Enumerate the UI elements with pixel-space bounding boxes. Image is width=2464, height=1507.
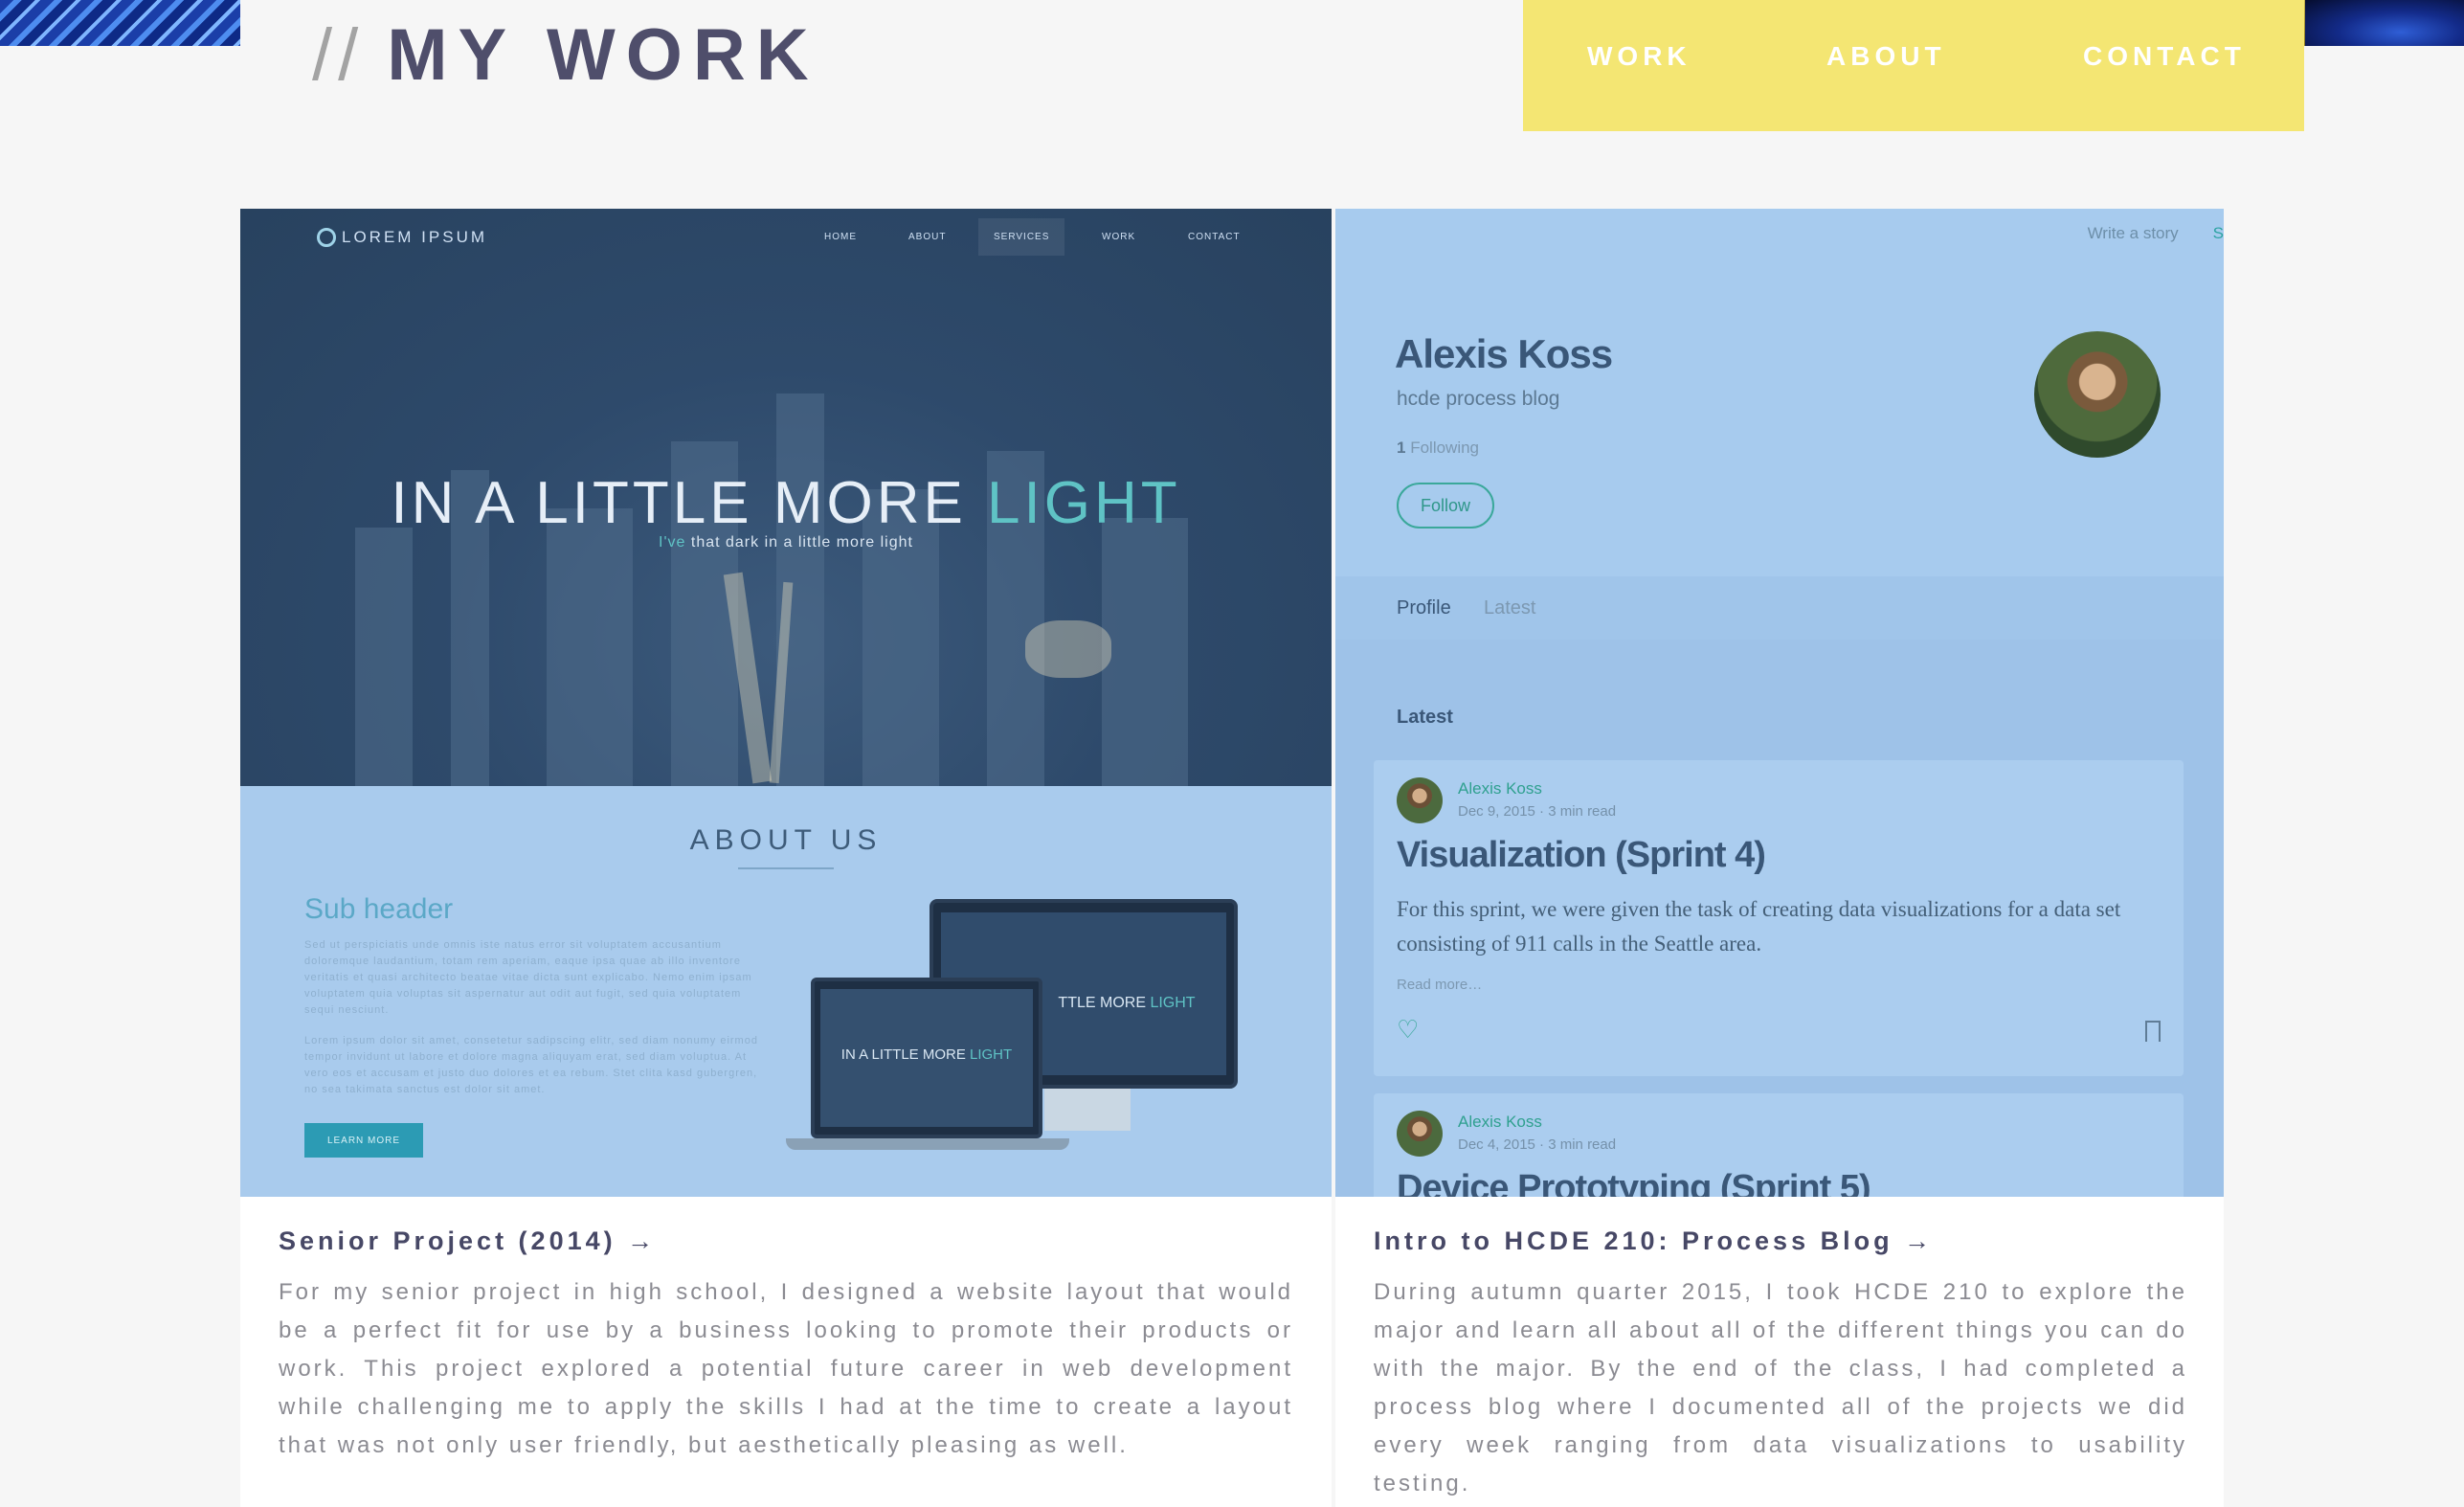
main-nav: WORK ABOUT CONTACT (1523, 0, 2304, 131)
post-meta: Dec 4, 2015 · 3 min read (1458, 1136, 1617, 1153)
monitor-stand (1044, 1089, 1131, 1131)
city-building (355, 528, 413, 786)
preview-blog: Write a story S Alexis Koss hcde process … (1335, 209, 2224, 1197)
preview-nav-about: ABOUT (908, 232, 947, 242)
profile-tabs: Profile Latest (1335, 576, 2224, 640)
laptop-mockup: IN A LITTLE MORE LIGHT (811, 978, 1042, 1138)
preview-sub-header: Sub header (304, 893, 454, 925)
city-building (1102, 518, 1188, 786)
post-meta: Dec 9, 2015 · 3 min read (1458, 803, 1617, 820)
ring-icon (317, 228, 336, 247)
title-text: MY WORK (387, 14, 819, 96)
post-excerpt: For this sprint, we were given the task … (1397, 897, 2121, 956)
preview-nav-home: HOME (824, 232, 857, 242)
tab-profile: Profile (1397, 597, 1451, 619)
nav-work[interactable]: WORK (1587, 41, 1691, 72)
title-prefix: // (312, 14, 365, 96)
laptop-title-accent: LIGHT (970, 1046, 1013, 1063)
preview-hero-title: IN A LITTLE MORE LIGHT (240, 469, 1332, 537)
preview-lorem-1: Sed ut perspiciatis unde omnis iste natu… (304, 939, 752, 1016)
post-avatar (1397, 1111, 1443, 1157)
preview-nav-work: WORK (1102, 232, 1136, 242)
following-count: 1 (1397, 439, 1406, 457)
preview-about-section: ABOUT US Sub header Sed ut perspiciatis … (240, 786, 1332, 1197)
preview-logo-text: LOREM IPSUM (342, 228, 488, 246)
page-title: // MY WORK (312, 13, 819, 97)
preview-nav-services: SERVICES (978, 218, 1065, 256)
profile-blog-name: hcde process blog (1397, 388, 1560, 410)
post-title: Device Prototyping (Sprint 5) (1397, 1168, 1871, 1197)
post-avatar (1397, 777, 1443, 823)
laptop-title: IN A LITTLE MORE LIGHT (820, 1046, 1033, 1063)
project-card-senior[interactable]: LOREM IPSUM HOME ABOUT SERVICES WORK CON… (240, 209, 1332, 1507)
project-title-hcde[interactable]: Intro to HCDE 210: Process Blog → (1374, 1226, 1934, 1256)
laptop-base (786, 1138, 1069, 1150)
avatar (2034, 331, 2161, 458)
post-author: Alexis Koss (1458, 779, 1542, 798)
read-more-link: Read more… (1397, 977, 1483, 993)
latest-label: Latest (1397, 707, 1453, 728)
preview-lorem-2: Lorem ipsum dolor sit amet, consetetur s… (304, 1035, 758, 1095)
corner-decoration-left (0, 0, 240, 46)
write-story-link: Write a story (2087, 224, 2179, 242)
tab-latest: Latest (1484, 597, 1536, 619)
preview-about-title: ABOUT US (689, 824, 883, 856)
preview-hero: LOREM IPSUM HOME ABOUT SERVICES WORK CON… (240, 209, 1332, 786)
nav-contact[interactable]: CONTACT (2083, 41, 2246, 72)
divider (738, 867, 834, 869)
post-title: Visualization (Sprint 4) (1397, 835, 1766, 875)
project-description-hcde: During autumn quarter 2015, I took HCDE … (1374, 1279, 2187, 1496)
bookmark-icon (2145, 1021, 2161, 1044)
light-glow (1025, 620, 1111, 678)
preview-logo: LOREM IPSUM (317, 228, 487, 247)
project-preview-senior[interactable]: LOREM IPSUM HOME ABOUT SERVICES WORK CON… (240, 209, 1332, 1197)
preview-learn-more-button: LEARN MORE (304, 1123, 423, 1158)
hero-title-main: IN A LITTLE MORE (391, 470, 988, 536)
monitor-title-main: TTLE MORE (1058, 995, 1151, 1011)
laptop-title-main: IN A LITTLE MORE (840, 1046, 970, 1063)
portfolio-page: // MY WORK WORK ABOUT CONTACT LOREM IPSUM… (0, 0, 2464, 1507)
post-author: Alexis Koss (1458, 1113, 1542, 1131)
project-title-senior[interactable]: Senior Project (2014) → (279, 1226, 657, 1256)
profile-following: 1 Following (1397, 439, 1479, 458)
blog-post-card: Alexis Koss Dec 4, 2015 · 3 min read Dev… (1374, 1093, 2184, 1197)
hero-sub-accent: I've (659, 534, 686, 551)
project-card-hcde[interactable]: Write a story S Alexis Koss hcde process … (1335, 209, 2224, 1507)
topbar-cut-link: S (2212, 224, 2224, 242)
laptop-screen: IN A LITTLE MORE LIGHT (820, 989, 1033, 1127)
hero-title-accent: LIGHT (987, 470, 1181, 536)
following-label: Following (1410, 439, 1480, 457)
preview-nav-contact: CONTACT (1188, 232, 1241, 242)
corner-decoration-blue (2305, 0, 2464, 46)
blog-post-card: Alexis Koss Dec 9, 2015 · 3 min read Vis… (1374, 760, 2184, 1076)
follow-button: Follow (1397, 483, 1494, 529)
monitor-title-accent: LIGHT (1150, 995, 1196, 1011)
nav-about[interactable]: ABOUT (1826, 41, 1946, 72)
project-preview-hcde[interactable]: Write a story S Alexis Koss hcde process … (1335, 209, 2224, 1197)
hero-sub-rest: that dark in a little more light (690, 534, 913, 551)
profile-name: Alexis Koss (1395, 331, 1613, 376)
preview-blog-topbar: Write a story S (2088, 224, 2224, 243)
project-description-senior: For my senior project in high school, I … (279, 1279, 1293, 1458)
preview-hero-subtitle: I've that dark in a little more light (240, 534, 1332, 551)
heart-icon: ♡ (1397, 1015, 1420, 1044)
